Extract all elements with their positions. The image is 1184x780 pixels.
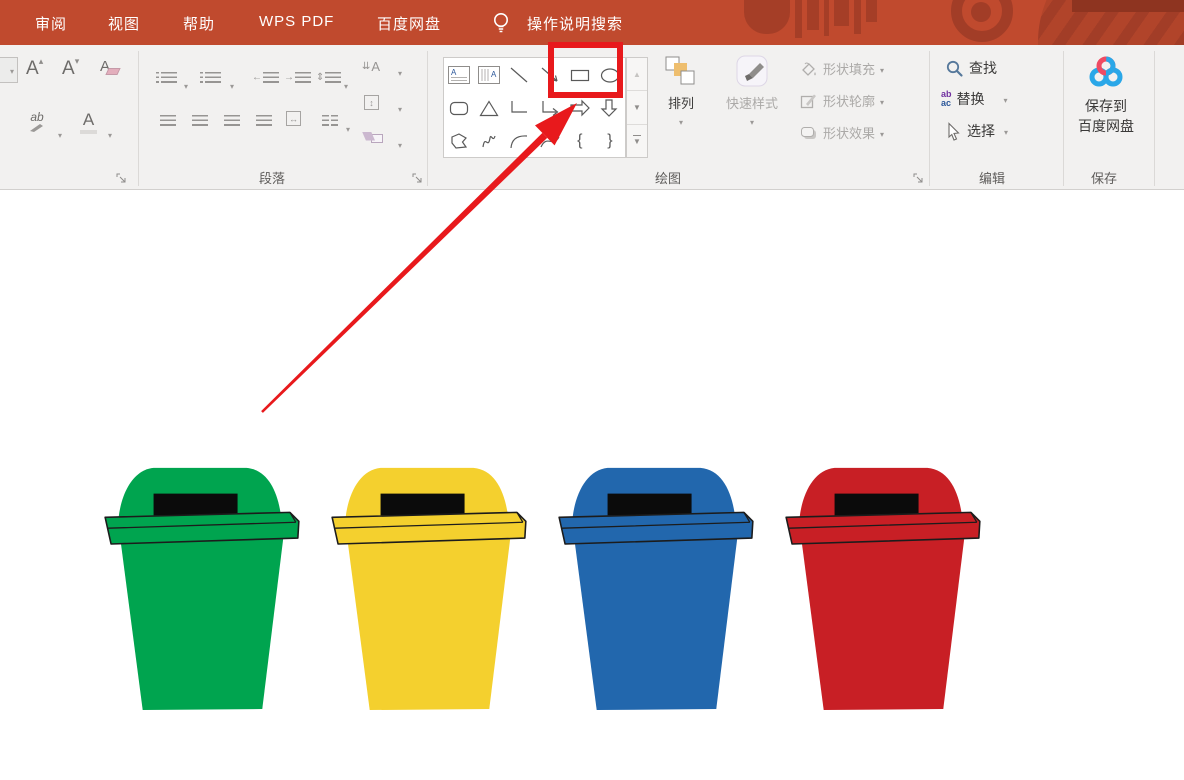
- paint-bucket-icon: [802, 62, 816, 76]
- title-bar: 审阅 视图 帮助 WPS PDF 百度网盘 操作说明搜索: [0, 0, 1184, 45]
- trash-bin-yellow[interactable]: [329, 461, 527, 713]
- increase-indent-button[interactable]: →: [284, 72, 311, 83]
- bin-rim: [104, 511, 300, 545]
- arrange-icon: [665, 56, 695, 85]
- shape-triangle-icon[interactable]: [474, 91, 504, 124]
- save-to-baidu-netdisk-button[interactable]: 保存到 百度网盘: [1068, 55, 1144, 136]
- svg-text:A: A: [491, 70, 497, 79]
- annotation-highlight-box: [548, 42, 623, 98]
- numbering-button[interactable]: [200, 72, 221, 83]
- shape-gallery-scrollbar: ▲ ▼ ▼: [626, 57, 648, 158]
- shrink-font-button[interactable]: A ▾: [62, 57, 79, 79]
- menu-tab-help[interactable]: 帮助: [183, 13, 215, 34]
- shape-line-icon[interactable]: [504, 58, 534, 91]
- align-center-button[interactable]: [192, 115, 208, 126]
- gallery-more-button[interactable]: ▼: [627, 125, 647, 157]
- align-text-button[interactable]: ↕: [364, 95, 379, 110]
- text-highlight-button[interactable]: ab: [28, 111, 46, 133]
- gallery-scroll-up-button[interactable]: ▲: [627, 58, 647, 92]
- menu-tab-view[interactable]: 视图: [108, 13, 140, 34]
- bin-rim: [331, 511, 527, 545]
- menu-tab-baidu-netdisk[interactable]: 百度网盘: [377, 13, 441, 34]
- shape-curve-icon[interactable]: [534, 124, 564, 157]
- trash-bin-blue[interactable]: [556, 461, 754, 713]
- bin-rim: [785, 511, 981, 545]
- shape-right-brace-icon[interactable]: }: [595, 124, 625, 157]
- replace-icon: ab ac: [941, 89, 952, 108]
- shape-outline-button[interactable]: 形状轮廓: [800, 91, 884, 110]
- bin-rim: [558, 511, 754, 545]
- edit-group-label: 编辑: [978, 171, 1006, 186]
- bin-slot: [153, 493, 238, 516]
- bin-body: [119, 532, 285, 711]
- tell-me-search[interactable]: 操作说明搜索: [527, 13, 623, 34]
- svg-text:A: A: [451, 68, 457, 77]
- slide-canvas[interactable]: [0, 190, 1184, 780]
- baidu-netdisk-icon: [1089, 56, 1123, 87]
- shape-left-brace-icon[interactable]: {: [565, 124, 595, 157]
- bin-slot: [380, 493, 465, 516]
- gallery-scroll-down-button[interactable]: ▼: [627, 91, 647, 125]
- search-icon: [946, 60, 963, 77]
- titlebar-decoration-bars: [744, 0, 877, 40]
- shape-fill-button[interactable]: 形状填充: [800, 59, 884, 78]
- select-button[interactable]: 选择: [945, 121, 1008, 141]
- eraser-icon: [105, 68, 121, 75]
- pencil-outline-icon: [800, 94, 816, 108]
- drawing-group-label: 绘图: [654, 171, 682, 186]
- shape-elbow-connector-icon[interactable]: [504, 91, 534, 124]
- shape-scribble-icon[interactable]: [474, 124, 504, 157]
- decrease-indent-button[interactable]: ←: [252, 72, 279, 83]
- arrange-button[interactable]: 排列: [655, 55, 707, 130]
- font-color-button[interactable]: A: [80, 111, 97, 134]
- align-left-button[interactable]: [160, 115, 176, 126]
- font-size-combobox[interactable]: [0, 57, 18, 83]
- menu-tab-review[interactable]: 审阅: [35, 13, 67, 34]
- bin-slot: [834, 493, 919, 516]
- shape-arc-icon[interactable]: [504, 124, 534, 157]
- shape-effects-button[interactable]: 形状效果: [800, 123, 884, 142]
- shape-effects-icon: [801, 126, 816, 139]
- shape-rounded-rectangle-icon[interactable]: [444, 91, 474, 124]
- shape-textbox-icon[interactable]: A: [444, 58, 474, 91]
- quick-styles-button[interactable]: 快速样式: [712, 55, 792, 130]
- menu-tab-wps-pdf[interactable]: WPS PDF: [259, 13, 334, 30]
- align-right-button[interactable]: [224, 115, 240, 126]
- save-group-label: 保存: [1090, 171, 1118, 186]
- bin-slot: [607, 493, 692, 516]
- line-spacing-button[interactable]: ⇕: [316, 72, 342, 83]
- trash-bin-green[interactable]: [102, 461, 300, 713]
- bin-body: [346, 532, 512, 711]
- convert-smartart-button[interactable]: [362, 129, 383, 143]
- bullets-button[interactable]: [156, 72, 177, 83]
- cursor-icon: [948, 121, 960, 141]
- find-button[interactable]: 查找: [945, 58, 997, 78]
- quick-styles-icon: [736, 55, 768, 87]
- drawing-dialog-launcher[interactable]: [913, 171, 924, 183]
- shape-vertical-textbox-icon[interactable]: A: [474, 58, 504, 91]
- paragraph-group-label: 段落: [258, 171, 286, 186]
- paragraph-dialog-launcher[interactable]: [412, 171, 423, 183]
- justify-button[interactable]: [256, 115, 272, 126]
- clear-formatting-button[interactable]: A: [100, 59, 121, 75]
- powerpoint-window: { "titlebar": { "menu_items": ["审阅", "视图…: [0, 0, 1184, 780]
- distributed-button[interactable]: ↔: [286, 111, 301, 126]
- replace-button[interactable]: ab ac 替换: [941, 89, 1008, 109]
- bin-body: [800, 532, 966, 711]
- shape-freeform-icon[interactable]: [444, 124, 474, 157]
- text-direction-button[interactable]: ⇊ A: [362, 59, 380, 74]
- columns-button[interactable]: [322, 115, 338, 126]
- grow-font-button[interactable]: A ▴: [26, 57, 43, 79]
- pen-icon: [30, 124, 43, 132]
- font-dialog-launcher[interactable]: [116, 171, 127, 183]
- lightbulb-icon[interactable]: [491, 11, 511, 40]
- trash-bin-red[interactable]: [783, 461, 981, 713]
- bin-body: [573, 532, 739, 711]
